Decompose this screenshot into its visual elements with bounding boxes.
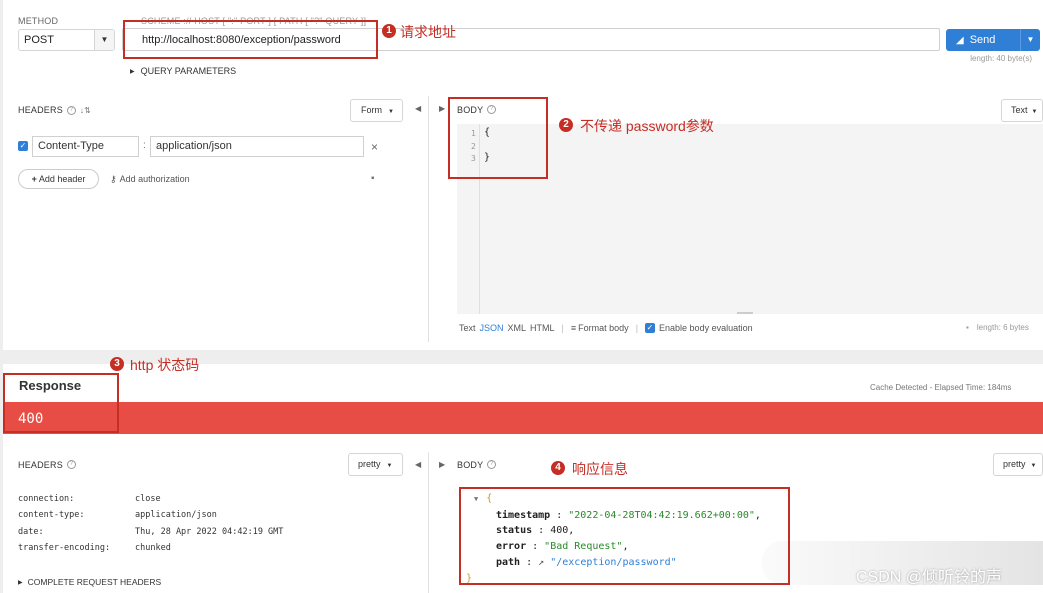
add-authorization-link[interactable]: ⚷ Add authorization (110, 174, 190, 185)
annotation-marker-4: 4 (551, 461, 565, 475)
response-meta: Cache Detected - Elapsed Time: 184ms (870, 383, 1012, 392)
method-value: POST (24, 34, 54, 46)
collapse-left-icon[interactable]: ◀ (415, 460, 421, 469)
response-body-mode[interactable]: pretty ▼ (993, 453, 1043, 476)
divider (428, 452, 429, 593)
triangle-right-icon: ▶ (130, 68, 135, 75)
send-label: Send (969, 34, 996, 46)
annotation-note-1: 请求地址 (400, 24, 456, 40)
caret-down-icon: ▼ (388, 109, 394, 115)
enable-eval-label: Enable body evaluation (659, 323, 753, 333)
response-header-row: connection: close (18, 494, 161, 504)
collapse-right-icon[interactable]: ▶ (439, 460, 445, 469)
body-length: ▪ length: 6 bytes (966, 323, 1029, 332)
header-enabled-checkbox[interactable]: ✓ (18, 141, 28, 151)
query-parameters-label: QUERY PARAMETERS (140, 66, 237, 76)
body-mode-select[interactable]: Text ▼ (1001, 99, 1043, 122)
triangle-right-icon: ▶ (18, 579, 23, 586)
annotation-note-3: http 状态码 (130, 357, 200, 373)
add-header-button[interactable]: + Add header (18, 169, 99, 189)
annotation-box-status (3, 373, 119, 433)
annotation-box-response (459, 487, 790, 585)
annotation-note-2: 不传递 password参数 (580, 118, 714, 134)
response-headers-list: connection: close content-type: applicatio… (18, 491, 283, 556)
caret-down-icon: ▼ (1030, 463, 1037, 469)
resize-handle[interactable] (737, 312, 753, 314)
format-json[interactable]: JSON (480, 323, 504, 333)
help-icon: ? (66, 460, 76, 469)
send-dropdown-icon[interactable]: ▼ (1020, 29, 1040, 51)
colon-separator: : (143, 140, 146, 151)
headers-mode-select[interactable]: Form ▼ (350, 99, 403, 122)
caret-down-icon: ▼ (386, 463, 393, 469)
caret-down-icon: ▼ (1031, 109, 1038, 115)
response-header-row: content-type: application/json (18, 510, 217, 521)
url-length: length: 40 byte(s) (970, 54, 1032, 63)
trash-icon[interactable]: ▪ (371, 173, 375, 184)
close-icon[interactable]: × (371, 140, 378, 154)
annotation-marker-3: 3 (110, 357, 124, 371)
plus-icon: + (31, 174, 37, 184)
format-html[interactable]: HTML (530, 323, 555, 333)
format-text[interactable]: Text (459, 323, 476, 333)
help-icon: ? (66, 105, 76, 115)
annotation-box-body (448, 97, 548, 179)
watermark: CSDN @倾听铃的声 (856, 569, 1003, 586)
header-name-input[interactable]: Content-Type (32, 136, 139, 157)
collapse-right-icon[interactable]: ▶ (439, 104, 445, 113)
response-body-title: BODY ? (457, 460, 497, 470)
header-value-input[interactable]: application/json (150, 136, 364, 157)
response-headers-mode[interactable]: pretty ▼ (348, 453, 403, 476)
response-headers-title: HEADERS ? (18, 460, 76, 470)
status-bar: 400 (3, 402, 1043, 434)
divider (428, 96, 429, 342)
key-icon: ⚷ (110, 174, 117, 184)
sort-icon[interactable]: ↓⇅ (80, 106, 91, 115)
format-body-icon: ≡ (570, 323, 577, 333)
enable-eval-checkbox[interactable]: ✓ (645, 323, 656, 333)
complete-headers-toggle[interactable]: ▶ COMPLETE REQUEST HEADERS (18, 577, 161, 587)
method-label: METHOD (18, 16, 59, 26)
annotation-note-4: 响应信息 (572, 461, 628, 477)
chevron-down-icon: ▼ (94, 30, 114, 50)
format-xml[interactable]: XML (508, 323, 527, 333)
response-header-row: transfer-encoding: chunked (18, 542, 171, 553)
trash-icon[interactable]: ▪ (966, 323, 969, 332)
body-format-bar: Text JSON XML HTML | ≡ Format body | ✓ E… (459, 323, 753, 333)
paper-plane-icon: ◢ (956, 34, 964, 46)
send-button[interactable]: ◢ Send ▼ (946, 29, 1040, 51)
response-header-row: date: Thu, 28 Apr 2022 04:42:19 GMT (18, 526, 284, 537)
annotation-box-url (123, 20, 378, 59)
headers-title: HEADERS ? ↓⇅ (18, 105, 92, 115)
annotation-marker-2: 2 (559, 118, 573, 132)
method-select[interactable]: POST ▼ (18, 29, 115, 51)
query-parameters-toggle[interactable]: ▶ QUERY PARAMETERS (130, 66, 236, 76)
annotation-marker-1: 1 (382, 24, 396, 38)
collapse-left-icon[interactable]: ◀ (415, 104, 421, 113)
help-icon: ? (487, 460, 497, 469)
format-body-button[interactable]: Format body (578, 323, 629, 333)
